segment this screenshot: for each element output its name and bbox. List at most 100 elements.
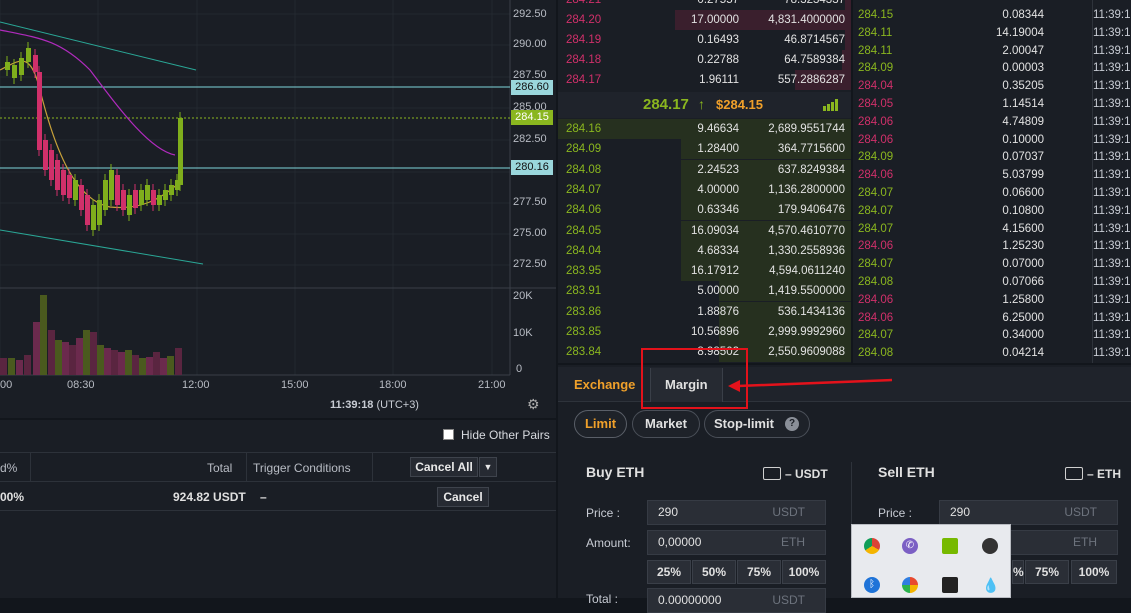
security-shield-icon[interactable] — [942, 577, 958, 593]
trade-row: 284.11 14.19004 11:39:1 — [853, 25, 1131, 43]
trade-row: 284.09 0.07037 11:39:1 — [853, 149, 1131, 167]
ask-row[interactable]: 284.21 0.27557 78.3234337 — [558, 0, 851, 10]
trade-history-panel: 284.15 0.08344 11:39:1 284.11 14.19004 11… — [853, 0, 1131, 363]
bid-row[interactable]: 283.95 16.17912 4,594.0611240 — [558, 261, 851, 282]
trade-amount: 0.07037 — [1002, 151, 1044, 164]
ask-total: 46.8714567 — [784, 34, 845, 46]
bid-row[interactable]: 284.16 9.46634 2,689.9551744 — [558, 119, 851, 139]
bid-amount: 10.56896 — [691, 326, 739, 338]
candle-body — [55, 160, 60, 190]
trade-time: 11:39:1 — [1093, 169, 1131, 182]
price-tag-current: 284.15 — [511, 110, 553, 125]
sell-pct-75-button[interactable]: 75% — [1025, 560, 1069, 584]
buy-total-input[interactable]: 0.00000000 USDT — [647, 588, 826, 613]
trade-row: 284.04 0.35205 11:39:1 — [853, 78, 1131, 96]
bid-row[interactable]: 284.04 4.68334 1,330.2558936 — [558, 240, 851, 261]
x-tick-label: 21:00 — [478, 379, 506, 391]
volume-bar — [0, 358, 7, 375]
trade-row: 284.06 1.25800 11:39:1 — [853, 292, 1131, 310]
buy-amount-input[interactable]: 0,00000 ETH — [647, 530, 826, 555]
bid-total: 2,689.9551744 — [768, 123, 845, 135]
hide-other-pairs-label[interactable]: Hide Other Pairs — [461, 428, 550, 442]
ask-price: 284.19 — [566, 34, 602, 46]
ask-total: 557.2886287 — [777, 74, 845, 86]
trade-row: 284.07 0.10800 11:39:1 — [853, 203, 1131, 221]
candlestick-chart[interactable] — [0, 0, 556, 418]
trade-amount: 0.06600 — [1002, 187, 1044, 199]
bid-price: 283.85 — [566, 326, 602, 338]
ask-row[interactable]: 284.17 1.96111 557.2886287 — [558, 70, 851, 90]
trade-row: 284.06 0.10000 11:39:1 — [853, 132, 1131, 150]
ask-row[interactable]: 284.20 17.00000 4,831.4000000 — [558, 10, 851, 30]
volume-bar — [16, 360, 23, 375]
trade-row: 284.06 1.25230 11:39:1 — [853, 238, 1131, 256]
order-trigger: – — [260, 490, 267, 504]
bid-row[interactable]: 283.86 1.88876 536.1434136 — [558, 301, 851, 322]
volume-bar — [97, 345, 104, 375]
candle-body — [26, 48, 31, 62]
bid-row[interactable]: 283.85 10.56896 2,999.9992960 — [558, 322, 851, 342]
trade-row: 284.11 2.00047 11:39:1 — [853, 43, 1131, 61]
hide-other-pairs-checkbox[interactable] — [443, 429, 454, 440]
ask-total: 64.7589384 — [784, 54, 845, 66]
trade-amount: 5.03799 — [1002, 169, 1044, 182]
ask-row[interactable]: 284.19 0.16493 46.8714567 — [558, 30, 851, 50]
order-type-limit[interactable]: Limit — [574, 410, 627, 438]
gear-icon[interactable]: ⚙ — [527, 396, 540, 413]
trade-price: 284.11 — [858, 44, 893, 57]
trade-row: 284.09 0.00003 11:39:1 — [853, 60, 1131, 78]
price-chart-panel[interactable]: 292.50 290.00 287.50 285.00 282.50 280.0… — [0, 0, 556, 418]
media-player-icon[interactable] — [902, 577, 918, 593]
sell-price-value: 290 — [950, 505, 971, 519]
bid-row[interactable]: 284.06 0.63346 179.9406476 — [558, 200, 851, 221]
trade-time: 11:39:1 — [1093, 98, 1131, 110]
buy-pct-75-button[interactable]: 75% — [737, 560, 781, 584]
sell-pct-100-button[interactable]: 100% — [1071, 560, 1117, 584]
trade-time: 11:39:1 — [1093, 276, 1131, 288]
sell-price-input[interactable]: 290 USDT — [939, 500, 1118, 525]
bid-row[interactable]: 284.08 2.24523 637.8249384 — [558, 159, 851, 180]
viber-icon[interactable]: ✆ — [902, 538, 918, 554]
cancel-all-button[interactable]: Cancel All — [410, 457, 478, 477]
bid-row[interactable]: 284.07 4.00000 1,136.2800000 — [558, 179, 851, 200]
trade-price: 284.07 — [858, 187, 894, 199]
trade-price: 284.06 — [858, 311, 894, 324]
buy-pct-25-button[interactable]: 25% — [647, 560, 691, 584]
chevron-down-icon[interactable]: ▼ — [479, 457, 497, 477]
bluetooth-icon[interactable]: ᛒ — [864, 577, 880, 593]
satellite-icon[interactable] — [982, 538, 998, 554]
price-tag-upper: 286.60 — [511, 80, 553, 95]
sell-pct-50-button[interactable]: % — [1012, 560, 1024, 584]
chrome-icon[interactable] — [864, 538, 880, 554]
tab-exchange[interactable]: Exchange — [574, 368, 635, 402]
help-icon[interactable]: ? — [785, 417, 799, 431]
order-type-market[interactable]: Market — [632, 410, 700, 438]
y-tick-label: 272.50 — [513, 258, 547, 270]
trade-time: 11:39:1 — [1093, 62, 1131, 75]
trade-amount: 0.07000 — [1002, 258, 1044, 271]
nvidia-icon[interactable] — [942, 538, 958, 554]
trade-amount: 2.00047 — [1002, 44, 1044, 57]
volume-bar — [153, 352, 160, 375]
volume-bar — [48, 330, 55, 375]
ask-row[interactable]: 284.18 0.22788 64.7589384 — [558, 50, 851, 70]
droplet-icon[interactable]: 💧 — [982, 577, 999, 593]
bid-row[interactable]: 283.91 5.00000 1,419.5500000 — [558, 281, 851, 302]
volume-bar — [62, 342, 69, 375]
buy-price-input[interactable]: 290 USDT — [647, 500, 826, 525]
signal-bars-icon — [823, 98, 841, 116]
bid-total: 637.8249384 — [777, 163, 845, 176]
trade-amount: 0.10000 — [1002, 133, 1044, 146]
bid-row[interactable]: 284.09 1.28400 364.7715600 — [558, 139, 851, 160]
ask-amount: 1.96111 — [699, 74, 739, 86]
ask-amount: 0.27557 — [697, 0, 739, 6]
cancel-order-button[interactable]: Cancel — [437, 487, 489, 507]
candle-body — [145, 185, 150, 200]
bid-amount: 0.63346 — [697, 204, 739, 217]
buy-pct-50-button[interactable]: 50% — [692, 560, 736, 584]
candle-body — [163, 190, 168, 200]
buy-title: Buy ETH — [586, 464, 645, 480]
trade-price: 284.05 — [858, 98, 894, 110]
buy-pct-100-button[interactable]: 100% — [782, 560, 826, 584]
bid-row[interactable]: 284.05 16.09034 4,570.4610770 — [558, 220, 851, 241]
